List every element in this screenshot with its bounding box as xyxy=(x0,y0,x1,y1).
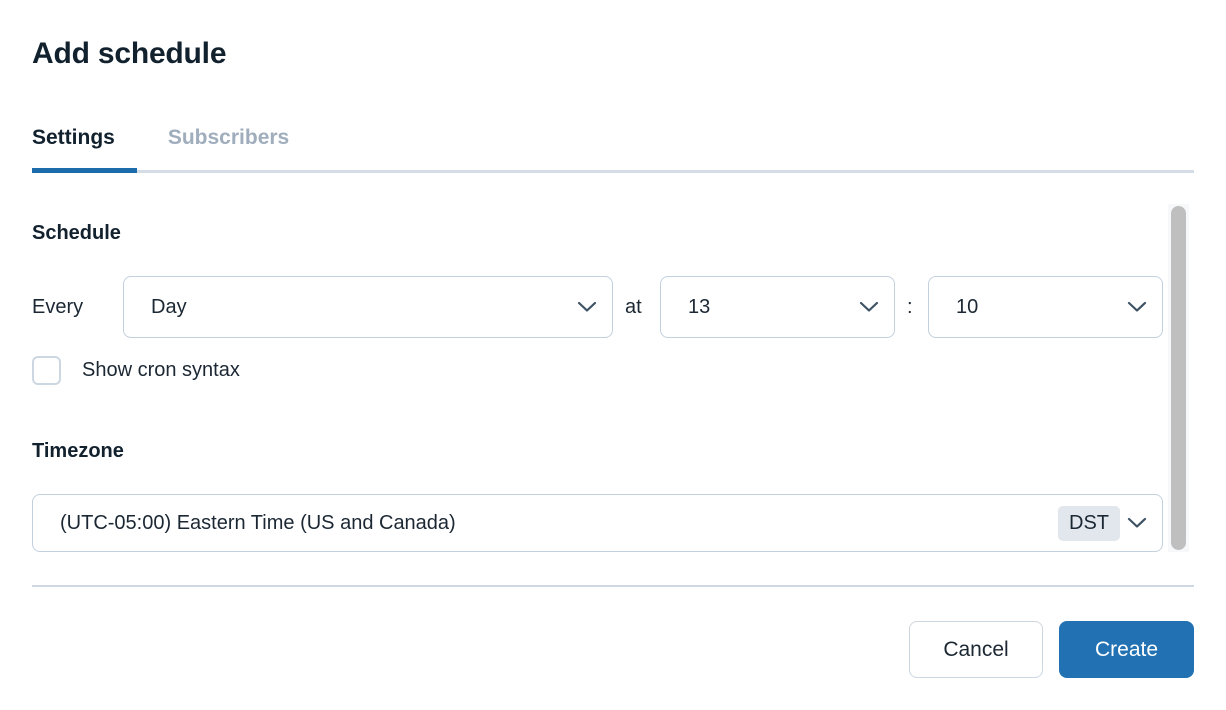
settings-panel: Schedule Every Day at 13: 10 Show cron … xyxy=(0,196,1226,576)
timezone-select[interactable]: (UTC-05:00) Eastern Time (US and Canada)… xyxy=(32,494,1163,552)
cancel-button[interactable]: Cancel xyxy=(909,621,1043,678)
tab-settings[interactable]: Settings xyxy=(32,124,115,164)
vertical-scrollbar-thumb[interactable] xyxy=(1171,206,1186,550)
hour-select[interactable]: 13 xyxy=(660,276,895,338)
schedule-section-label: Schedule xyxy=(32,222,121,244)
dst-badge: DST xyxy=(1058,505,1120,541)
chevron-down-icon xyxy=(1120,276,1154,338)
hour-select-value: 13 xyxy=(688,295,711,318)
frequency-select-value: Day xyxy=(151,295,187,318)
tab-subscribers[interactable]: Subscribers xyxy=(168,124,289,164)
minute-select[interactable]: 10 xyxy=(928,276,1163,338)
chevron-down-icon xyxy=(1120,492,1154,554)
timezone-select-value: (UTC-05:00) Eastern Time (US and Canada) xyxy=(60,511,456,534)
frequency-select[interactable]: Day xyxy=(123,276,613,338)
chevron-down-icon xyxy=(852,276,886,338)
tab-underline-track xyxy=(32,170,1194,173)
footer-divider xyxy=(32,585,1194,587)
vertical-scrollbar-track[interactable] xyxy=(1168,204,1189,552)
show-cron-syntax-label: Show cron syntax xyxy=(82,359,240,381)
create-button[interactable]: Create xyxy=(1059,621,1194,678)
add-schedule-dialog: Add schedule Settings Subscribers Schedu… xyxy=(0,0,1226,710)
tab-active-indicator xyxy=(32,168,137,173)
timezone-section-label: Timezone xyxy=(32,440,124,462)
dialog-footer: Cancel Create xyxy=(0,595,1226,710)
every-label: Every xyxy=(32,296,84,318)
minute-select-value: 10 xyxy=(956,295,979,318)
show-cron-syntax-checkbox[interactable] xyxy=(32,356,61,385)
page-title: Add schedule xyxy=(32,37,227,70)
at-label: at xyxy=(625,296,642,318)
time-colon-separator: : xyxy=(907,296,913,318)
chevron-down-icon xyxy=(570,276,604,338)
tab-bar: Settings Subscribers xyxy=(32,124,1194,176)
show-cron-syntax-row[interactable]: Show cron syntax xyxy=(32,356,240,385)
